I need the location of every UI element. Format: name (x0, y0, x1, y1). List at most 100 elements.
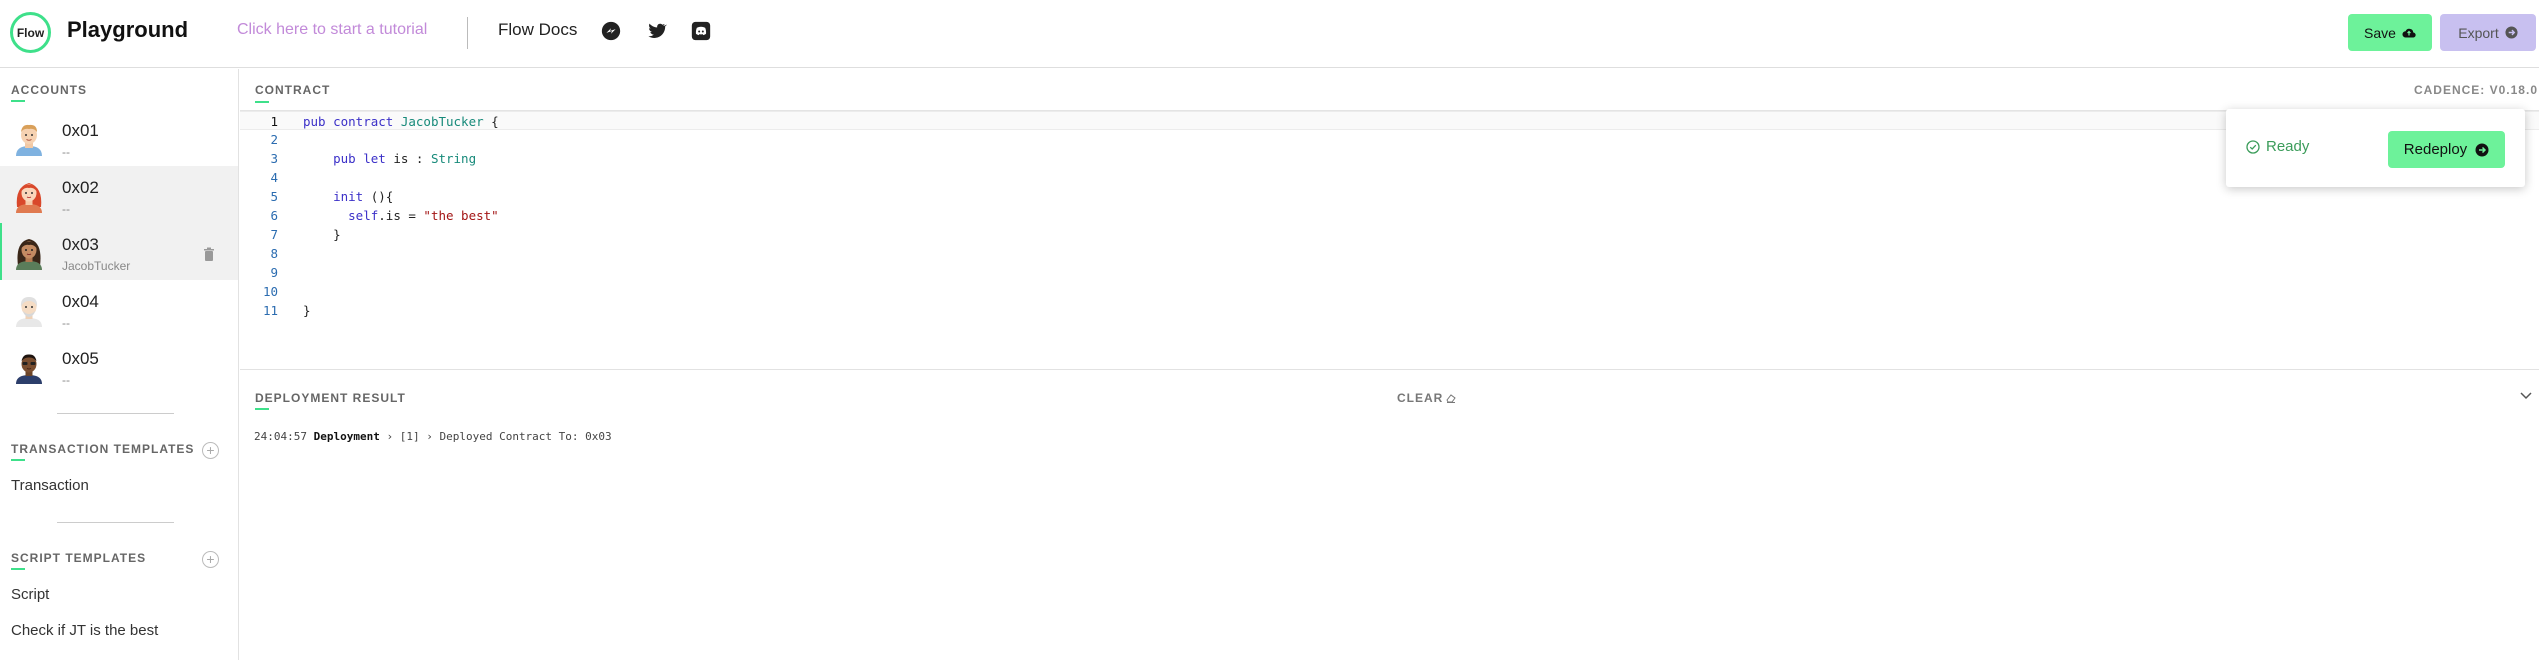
log-time: 24:04:57 (254, 430, 307, 443)
code-line[interactable]: 3 pub let is : String (240, 149, 2539, 168)
cadence-version: CADENCE: V0.18.0 (2413, 83, 2538, 97)
account-contract: -- (62, 145, 70, 159)
code-line[interactable]: 2 (240, 130, 2539, 149)
accounts-underline (11, 100, 25, 102)
line-number: 11 (262, 303, 278, 318)
log-entry: 24:04:57 Deployment › [1] › Deployed Con… (254, 430, 612, 443)
account-contract: -- (62, 373, 70, 387)
deployment-result-label: DEPLOYMENT RESULT (255, 391, 406, 405)
flow-logo[interactable]: Flow (10, 12, 51, 53)
export-button[interactable]: Export (2440, 14, 2536, 51)
check-circle-icon (2246, 139, 2260, 154)
trash-icon[interactable] (203, 247, 215, 261)
contract-label: CONTRACT (255, 83, 331, 97)
line-number: 10 (262, 284, 278, 299)
line-number: 5 (270, 189, 278, 204)
clear-button[interactable]: CLEAR (1397, 391, 1457, 405)
code-line[interactable]: 7 } (240, 225, 2539, 244)
account-item-0x04[interactable]: 0x04 -- (0, 280, 238, 337)
deploy-status-panel: Ready Redeploy (2226, 109, 2525, 187)
log-message: Deployed Contract To: 0x03 (439, 430, 612, 443)
code-line[interactable]: 6 self.is = "the best" (240, 206, 2539, 225)
add-transaction-icon[interactable]: + (202, 442, 219, 459)
transaction-template-item[interactable]: Transaction (11, 477, 89, 494)
avatar (16, 297, 42, 327)
account-contract: -- (62, 202, 70, 216)
arrow-circle-icon (2475, 143, 2489, 156)
save-button[interactable]: Save (2348, 14, 2432, 51)
tutorial-link[interactable]: Click here to start a tutorial (237, 21, 427, 39)
line-number: 6 (270, 208, 278, 223)
script-templates-title: SCRIPT TEMPLATES (11, 551, 147, 565)
account-address: 0x02 (62, 178, 99, 197)
code-line[interactable]: 10 (240, 282, 2539, 301)
account-item-0x03[interactable]: 0x03 JacobTucker (0, 223, 238, 280)
script-template-item[interactable]: Check if JT is the best (11, 622, 158, 639)
redeploy-button[interactable]: Redeploy (2388, 131, 2505, 168)
flow-docs-link[interactable]: Flow Docs (498, 20, 577, 40)
code-line[interactable]: 1 pub contract JacobTucker { (240, 111, 2539, 130)
section-divider (57, 413, 174, 414)
code-text: pub contract JacobTucker { (303, 114, 499, 129)
code-line[interactable]: 4 (240, 168, 2539, 187)
twitter-icon[interactable] (645, 20, 667, 42)
contract-header: CONTRACT CADENCE: V0.18.0 (240, 69, 2539, 111)
transaction-templates-underline (11, 459, 25, 461)
accounts-title: ACCOUNTS (11, 83, 87, 97)
arrow-circle-icon (2505, 26, 2518, 39)
redeploy-label: Redeploy (2403, 141, 2468, 158)
logo-text: Flow (16, 25, 45, 40)
ready-status: Ready (2246, 138, 2309, 155)
export-label: Export (2458, 24, 2499, 41)
log-index: [1] (399, 430, 420, 443)
log-source: Deployment (313, 430, 380, 443)
cloud-upload-icon (2402, 28, 2416, 38)
section-divider (57, 522, 174, 523)
code-text: self.is = "the best" (348, 208, 499, 223)
account-item-0x02[interactable]: 0x02 -- (0, 166, 238, 223)
script-templates-underline (11, 568, 25, 570)
avatar (16, 354, 42, 384)
eraser-icon (1446, 394, 1457, 403)
line-number: 8 (270, 246, 278, 261)
save-label: Save (2364, 24, 2396, 41)
account-item-0x05[interactable]: 0x05 -- (0, 337, 238, 394)
flow-forum-icon[interactable] (600, 20, 622, 42)
avatar (16, 124, 42, 156)
code-line[interactable]: 5 init (){ (240, 187, 2539, 206)
avatar (16, 183, 42, 213)
line-number: 9 (270, 265, 278, 280)
code-editor[interactable]: 1 pub contract JacobTucker { 2 3 pub let … (240, 111, 2539, 368)
code-line[interactable]: 9 (240, 263, 2539, 282)
account-address: 0x05 (62, 349, 99, 368)
deployment-result-panel: DEPLOYMENT RESULT CLEAR 24:04:57 Deploym… (240, 369, 2539, 660)
deployment-underline (255, 408, 269, 410)
account-contract: JacobTucker (62, 259, 131, 273)
line-number: 3 (270, 151, 278, 166)
header-divider (467, 17, 468, 49)
line-number: 7 (270, 227, 278, 242)
account-address: 0x04 (62, 292, 99, 311)
account-address: 0x01 (62, 121, 99, 140)
add-script-icon[interactable]: + (202, 551, 219, 568)
chevron-down-icon[interactable] (2518, 387, 2534, 403)
code-line[interactable]: 8 (240, 244, 2539, 263)
top-bar: Flow Playground Click here to start a tu… (0, 0, 2539, 68)
sidebar: ACCOUNTS 0x01 -- 0x02 -- 0x03 JacobTucke… (0, 69, 239, 660)
code-text: init (){ (333, 189, 394, 204)
account-address: 0x03 (62, 235, 99, 254)
code-line[interactable]: 11} (240, 301, 2539, 320)
code-text: pub let is : String (333, 151, 477, 166)
line-number: 1 (270, 114, 278, 129)
line-number: 2 (270, 132, 278, 147)
contract-underline (255, 101, 269, 103)
code-text: } (303, 303, 311, 318)
discord-icon[interactable] (690, 20, 712, 42)
clear-label: CLEAR (1397, 391, 1444, 405)
line-number: 4 (270, 170, 278, 185)
avatar (16, 239, 42, 270)
script-template-item[interactable]: Script (11, 586, 49, 603)
account-item-0x01[interactable]: 0x01 -- (0, 109, 238, 166)
transaction-templates-title: TRANSACTION TEMPLATES (11, 442, 195, 456)
ready-label: Ready (2266, 138, 2310, 155)
